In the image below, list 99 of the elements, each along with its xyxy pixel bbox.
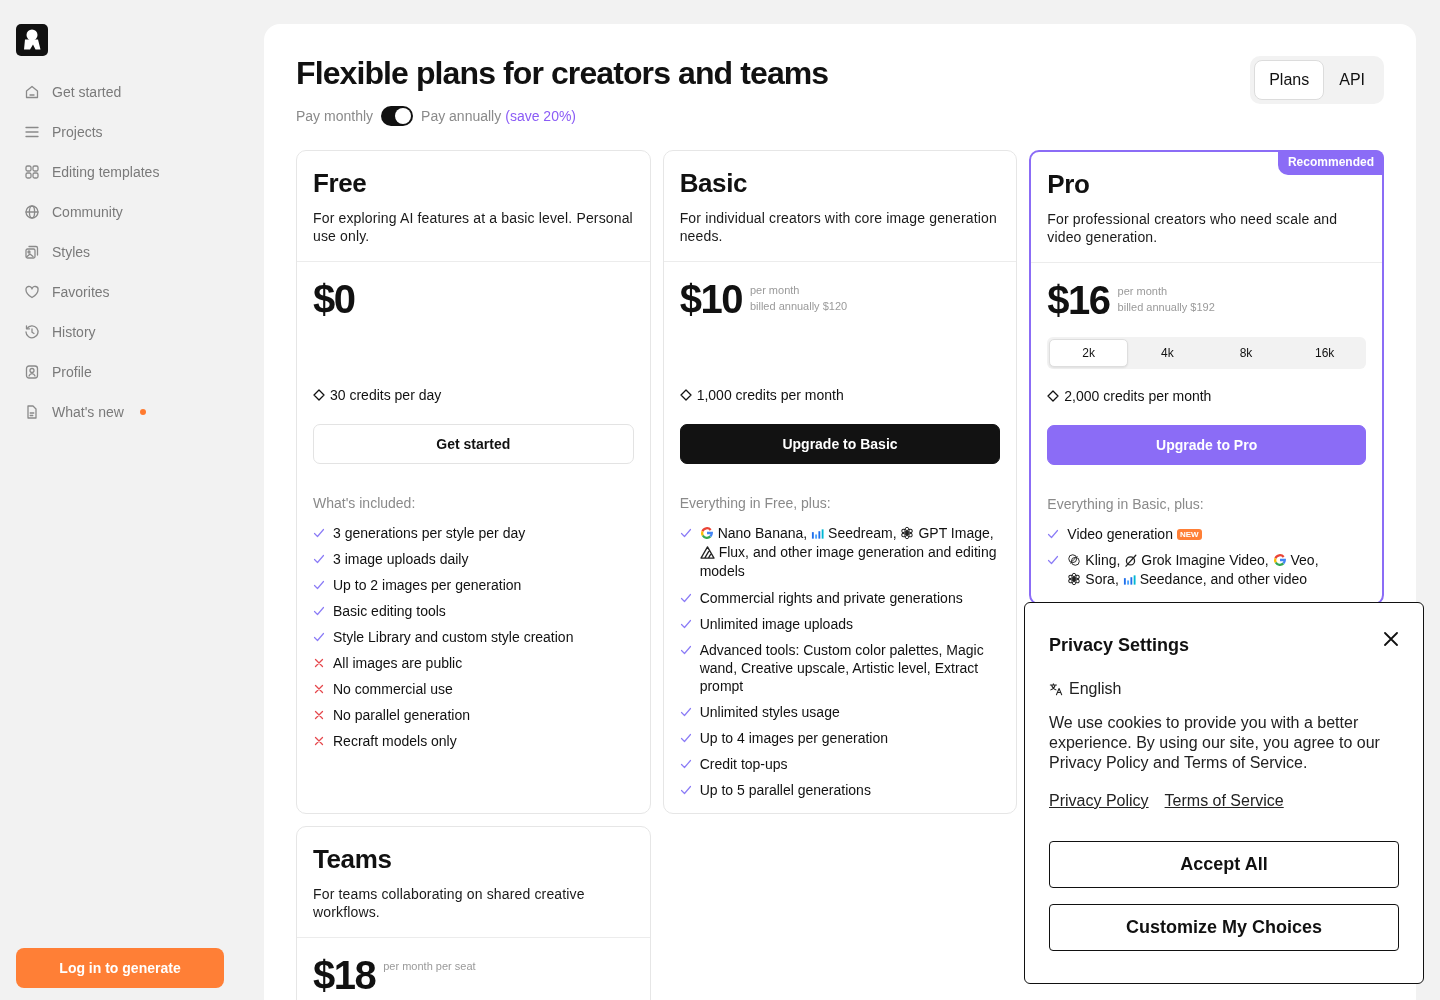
recommended-badge: Recommended xyxy=(1277,150,1384,175)
knot-icon xyxy=(900,526,915,540)
slashed-circle-icon xyxy=(1124,554,1138,567)
plan-button[interactable]: Upgrade to Pro xyxy=(1047,425,1366,465)
feature-text: Unlimited image uploads xyxy=(699,616,853,632)
nav-item[interactable]: History xyxy=(16,312,248,352)
price-note: billed annually $192 xyxy=(1117,300,1215,315)
nav-item[interactable]: Styles xyxy=(16,232,248,272)
credits-text: 30 credits per day xyxy=(330,386,442,404)
features-heading: Everything in Free, plus: xyxy=(679,494,832,512)
feature-text: Up to 2 images per generation xyxy=(333,577,522,593)
feature-text: Style Library and custom style creation xyxy=(333,629,574,645)
plan-name: Teams xyxy=(313,843,393,875)
plan-button[interactable]: Upgrade to Basic xyxy=(679,424,1001,464)
history-icon xyxy=(24,324,40,340)
home-icon xyxy=(24,84,40,100)
billing-label: Pay monthly xyxy=(296,106,374,126)
price: $10 xyxy=(679,278,742,320)
g-letter-icon xyxy=(1272,553,1287,567)
feature-text: Commercial rights and private generations xyxy=(699,590,963,606)
diamond-icon xyxy=(1047,390,1060,402)
policy-link[interactable]: Privacy Policy xyxy=(1049,789,1149,813)
feature-text: No commercial use xyxy=(333,681,453,697)
plan-description: For teams collaborating on shared creative workflows. xyxy=(313,885,586,921)
user-icon xyxy=(24,364,40,380)
price-note: billed annually $120 xyxy=(749,299,848,314)
feature-text: Advanced tools: Custom color palettes, Magic wand, Creative upscale, Artistic level, Extract prompt xyxy=(699,642,984,694)
bar-chart-icon xyxy=(1122,574,1136,586)
price-note: per month xyxy=(749,283,801,298)
nav-item[interactable]: Community xyxy=(16,192,248,232)
image-stack-icon xyxy=(24,244,40,260)
dialog-button[interactable]: Customize My Choices xyxy=(1049,904,1399,951)
feature-text: Up to 4 images per generation xyxy=(699,730,888,746)
credits-text: 1,000 credits per month xyxy=(696,386,844,404)
price: $16 xyxy=(1047,279,1110,321)
view-tab[interactable]: API xyxy=(1324,60,1380,100)
feature-text: Unlimited styles usage xyxy=(699,704,840,720)
loops-icon xyxy=(1067,553,1082,567)
plan-name: Pro xyxy=(1047,168,1091,200)
nav-item[interactable]: Get started xyxy=(16,72,248,112)
feature-text: Nano Banana, Seedream, GPT Image, Flux, and other image generation and editing models xyxy=(699,524,998,581)
plan-button[interactable]: Get started xyxy=(313,424,634,464)
feature-text: Credit top-ups xyxy=(699,756,788,772)
features-heading: Everything in Basic, plus: xyxy=(1047,495,1205,513)
nav-item[interactable]: Editing templates xyxy=(16,152,248,192)
nav-item[interactable]: What's new xyxy=(16,392,248,432)
price: $0 xyxy=(313,278,355,320)
g-letter-icon xyxy=(699,526,714,540)
credits-text: 2,000 credits per month xyxy=(1064,387,1212,405)
translate-icon xyxy=(1049,682,1063,696)
feature-text: 3 image uploads daily xyxy=(333,551,469,567)
bar-chart-icon xyxy=(811,528,825,540)
heart-icon xyxy=(24,284,40,300)
diamond-icon xyxy=(679,389,692,401)
feature-text: Kling, Grok Imagine Video, Veo, Sora, Seedance, and other video xyxy=(1067,551,1366,589)
language-label: English xyxy=(1069,679,1122,699)
peaks-icon xyxy=(699,546,715,559)
globe-icon xyxy=(24,204,40,220)
dialog-button[interactable]: Accept All xyxy=(1049,841,1399,888)
menu-icon xyxy=(24,124,40,140)
price-note: per month xyxy=(1117,284,1169,299)
page-title: Flexible plans for creators and teams xyxy=(296,54,829,92)
resolution-tab[interactable]: 4k xyxy=(1128,339,1207,367)
knot-icon xyxy=(1067,572,1082,586)
plan-description: For professional creators who need scale and video generation. xyxy=(1047,210,1339,246)
resolution-tab[interactable]: 16k xyxy=(1285,339,1364,367)
nav-item[interactable]: Profile xyxy=(16,352,248,392)
feature-text: Up to 5 parallel generations xyxy=(699,782,871,798)
view-tab[interactable]: Plans xyxy=(1254,60,1325,100)
nav-item[interactable]: Projects xyxy=(16,112,248,152)
logo-icon xyxy=(16,24,48,56)
feature-text: Basic editing tools xyxy=(333,603,446,619)
cookie-message: We use cookies to provide you with a better experience. By using our site, you agree to our Privacy Policy and Terms of Service. xyxy=(1049,713,1381,773)
policy-link[interactable]: Terms of Service xyxy=(1164,789,1284,813)
plan-description: For individual creators with core image generation needs. xyxy=(679,209,998,245)
dialog-title: Privacy Settings xyxy=(1049,634,1190,657)
plan-name: Free xyxy=(313,167,368,199)
grid-icon xyxy=(24,164,40,180)
feature-text: Recraft models only xyxy=(333,733,457,749)
price-note: per month per seat xyxy=(383,959,476,974)
plan-description: For exploring AI features at a basic level. Personal use only. xyxy=(313,209,634,245)
nav-item[interactable]: Favorites xyxy=(16,272,248,312)
toggle-switch[interactable] xyxy=(381,106,414,126)
feature-text: No parallel generation xyxy=(333,707,470,723)
price: $18 xyxy=(313,954,376,996)
diamond-icon xyxy=(313,389,325,401)
resolution-tab[interactable]: 2k xyxy=(1049,339,1128,367)
plan-name: Basic xyxy=(679,167,749,199)
feature-text: 3 generations per style per day xyxy=(333,525,526,541)
resolution-tab[interactable]: 8k xyxy=(1206,339,1286,367)
close-icon xyxy=(1384,632,1398,646)
new-badge: NEW xyxy=(1176,529,1202,540)
savings-note: (save 20%) xyxy=(505,106,577,126)
billing-label: Pay annually xyxy=(421,106,502,126)
close-button[interactable] xyxy=(1383,631,1399,647)
feature-text: All images are public xyxy=(333,655,463,671)
feature-text: Video generation xyxy=(1067,526,1173,542)
document-icon xyxy=(24,404,40,420)
features-heading: What's included: xyxy=(313,494,417,512)
